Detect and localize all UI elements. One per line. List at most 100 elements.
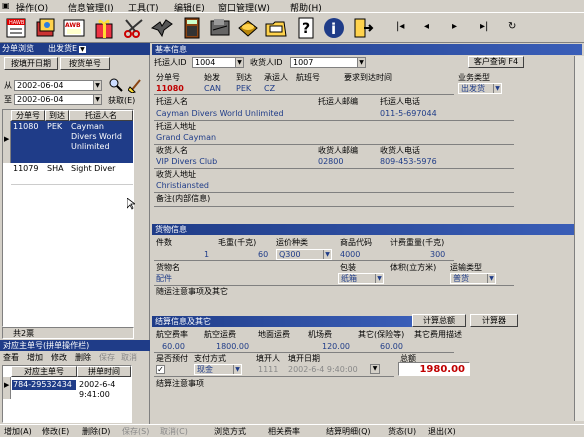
master-delete-button[interactable]: 删除 (75, 353, 91, 363)
next-record-icon[interactable]: ▸ (452, 21, 457, 32)
other-fee-field[interactable]: 60.00 (380, 342, 403, 352)
chevron-down-icon[interactable]: ▼ (93, 81, 101, 90)
shipper-phone-field[interactable]: 011-5-697044 (380, 109, 437, 119)
folder-icon[interactable] (264, 15, 288, 41)
modify-button[interactable]: 修改(E) (42, 427, 69, 437)
chevron-down-icon[interactable]: ▼ (233, 365, 241, 374)
calculator-button[interactable]: 计算器 (470, 314, 518, 327)
shipper-id-field[interactable]: 1004 ▼ (192, 57, 244, 68)
air-rate-field[interactable]: 60.00 (162, 342, 185, 352)
master-save-button[interactable]: 保存 (99, 353, 115, 363)
master-cancel-button[interactable]: 取消 (121, 353, 137, 363)
tab-by-date[interactable]: 按填开日期 (4, 57, 58, 70)
calculator-icon[interactable] (180, 15, 204, 41)
consignee-id-field[interactable]: 1007 ▼ (290, 57, 366, 68)
book-icon[interactable] (34, 15, 58, 41)
rate-class-select[interactable]: Q300 ▼ (276, 249, 332, 260)
customer-query-button[interactable]: 客户查询 F4 (468, 56, 524, 68)
from-date-value: 2002-06-04 (17, 81, 64, 90)
shipper-addr-field[interactable]: Grand Cayman (156, 133, 216, 143)
broom-icon[interactable] (127, 77, 144, 94)
table-row[interactable]: 11080 PEK Cayman Divers World Unlimited (11, 121, 133, 163)
waybill-no-field[interactable]: 11080 (156, 84, 184, 94)
info-icon[interactable]: i (322, 15, 346, 41)
air-freight-field[interactable]: 1800.00 (216, 342, 249, 352)
exit-button[interactable]: 退出(X) (428, 427, 456, 437)
hawb-doc-icon[interactable]: HAWB (4, 15, 28, 41)
col-dest[interactable]: 到达 (45, 110, 69, 121)
divider (154, 144, 514, 145)
cancel-button[interactable]: 取消(C) (160, 427, 188, 437)
vertical-scrollbar[interactable] (574, 56, 584, 421)
prev-record-icon[interactable]: ◂ (424, 21, 429, 32)
prepaid-checkbox[interactable]: ✓ (156, 365, 165, 374)
row-waybill-no: 11079 (13, 164, 39, 173)
ship-type-select[interactable]: 普货 ▼ (450, 273, 496, 284)
master-no-value: 784-29532434 (13, 380, 72, 389)
consignee-phone-field[interactable]: 809-453-5976 (380, 157, 437, 167)
chevron-down-icon[interactable]: ▼ (493, 84, 501, 93)
col-master-time[interactable]: 拼单时间 (77, 366, 131, 377)
col-master-no[interactable]: 对应主单号 (11, 366, 77, 377)
chargeable-weight-field[interactable]: 300 (430, 250, 445, 260)
cargo-name-field[interactable]: 配件 (156, 274, 172, 284)
save-button[interactable]: 保存(S) (122, 427, 149, 437)
from-date-field[interactable]: 2002-06-04 ▼ (14, 80, 102, 91)
related-rates-button[interactable]: 相关费率 (268, 427, 300, 437)
settlement-detail-button[interactable]: 结算明细(Q) (326, 427, 371, 437)
chevron-down-icon[interactable]: ▼ (375, 274, 383, 283)
chevron-down-icon[interactable]: ▼ (370, 364, 380, 374)
phone-icon[interactable] (236, 15, 260, 41)
biztype-select[interactable]: 出发货 ▼ (458, 83, 502, 94)
pieces-field[interactable]: 1 (204, 250, 209, 260)
pay-method-select[interactable]: 现金 ▼ (194, 364, 242, 375)
chevron-down-icon[interactable]: ▼ (357, 58, 365, 67)
chevron-down-icon[interactable]: ▼ (235, 58, 243, 67)
consignee-addr-field[interactable]: Christiansted (156, 181, 209, 191)
shipper-phone-label: 托运人电话 (380, 97, 420, 106)
cargo-status-button[interactable]: 货态(U) (388, 427, 416, 437)
last-record-icon[interactable]: ▸| (480, 21, 488, 32)
gift-icon[interactable] (92, 15, 116, 41)
awb-icon[interactable]: AWB (62, 15, 86, 41)
settle-notes-label: 结算注意事项 (156, 379, 204, 388)
refresh-icon[interactable]: ↻ (508, 21, 516, 32)
calc-total-button[interactable]: 计算总额 (412, 314, 466, 327)
chevron-down-icon[interactable]: ▼ (487, 274, 495, 283)
question-icon[interactable]: ? (294, 15, 318, 41)
origin-field[interactable]: CAN (204, 84, 221, 94)
table-row[interactable]: 11079 SHA Sight Diver (11, 163, 133, 185)
master-row-no[interactable]: 784-29532434 (12, 380, 76, 390)
consignee-zip-field[interactable]: 02800 (318, 157, 343, 167)
airport-fee-field[interactable]: 120.00 (322, 342, 350, 352)
chevron-down-icon[interactable]: ▼ (323, 250, 331, 259)
shipper-name-field[interactable]: Cayman Divers World Unlimited (156, 109, 284, 119)
col-shipper[interactable]: 托运人名 (69, 110, 133, 121)
to-date-field[interactable]: 2002-06-04 ▼ (14, 94, 102, 105)
add-button[interactable]: 增加(A) (4, 427, 32, 437)
scissors-icon[interactable] (122, 15, 146, 41)
master-edit-button[interactable]: 修改 (51, 353, 67, 363)
packing-select[interactable]: 纸箱 ▼ (338, 273, 384, 284)
commodity-code-field[interactable]: 4000 (340, 250, 360, 260)
browse-mode-button[interactable]: 浏览方式 (214, 427, 246, 437)
col-waybill-no[interactable]: 分单号 (11, 110, 45, 121)
first-record-icon[interactable]: |◂ (396, 21, 404, 32)
browse-combo[interactable]: 出发货E ▼ (48, 44, 86, 54)
master-view-button[interactable]: 查看 (3, 353, 19, 363)
dest-field[interactable]: PEK (236, 84, 251, 94)
chevron-down-icon[interactable]: ▼ (93, 95, 101, 104)
exit-door-icon[interactable] (350, 15, 374, 41)
stamp-icon[interactable] (208, 15, 232, 41)
weight-field[interactable]: 60 (258, 250, 268, 260)
master-add-button[interactable]: 增加 (27, 353, 43, 363)
tab-by-number[interactable]: 按货单号 (60, 57, 110, 70)
search-icon[interactable] (108, 77, 124, 93)
eagle-icon[interactable] (150, 15, 174, 41)
carrier-field[interactable]: CZ (264, 84, 275, 94)
consignee-name-label: 收货人名 (156, 146, 188, 155)
fetch-button[interactable]: 获取(E) (108, 96, 135, 106)
air-rate-label: 航空费率 (156, 330, 188, 339)
delete-button[interactable]: 删除(D) (82, 427, 110, 437)
consignee-name-field[interactable]: VIP Divers Club (156, 157, 217, 167)
